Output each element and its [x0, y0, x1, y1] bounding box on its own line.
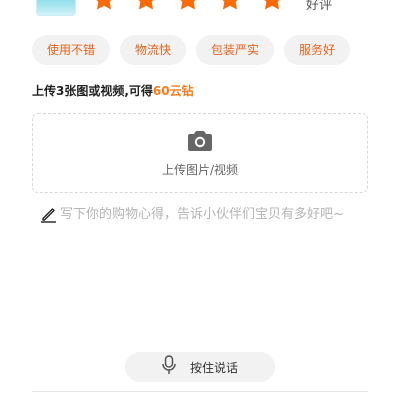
upload-label: 上传图片/视频	[161, 163, 239, 177]
hold-to-talk-button[interactable]: 按住说话	[125, 352, 275, 382]
rating-stars[interactable]	[92, 0, 284, 10]
tag-chip[interactable]: 使用不错	[32, 35, 111, 65]
star-icon-2[interactable]	[134, 0, 158, 10]
reward-hint-text: 上传3张图或视频,可得	[32, 84, 153, 98]
star-icon-4[interactable]	[218, 0, 242, 10]
tag-chip[interactable]: 包装严实	[196, 35, 275, 65]
quick-tags: 使用不错 物流快 包装严实 服务好	[32, 35, 360, 65]
pencil-icon	[40, 205, 58, 223]
microphone-icon	[162, 355, 176, 379]
reward-amount: 60云钻	[152, 84, 194, 98]
upload-media-box[interactable]: 上传图片/视频	[32, 113, 368, 193]
star-icon-5[interactable]	[260, 0, 284, 10]
product-thumbnail	[36, 0, 76, 16]
hold-to-talk-label: 按住说话	[189, 360, 238, 375]
star-icon-1[interactable]	[92, 0, 116, 10]
comment-input[interactable]	[60, 206, 380, 222]
star-icon-3[interactable]	[176, 0, 200, 10]
tag-chip[interactable]: 服务好	[284, 35, 351, 65]
comment-row	[40, 205, 380, 223]
reward-hint: 上传3张图或视频,可得60云钻	[32, 82, 194, 99]
rating-label: 好评	[306, 0, 333, 13]
camera-icon	[188, 130, 212, 156]
divider	[32, 391, 368, 392]
tag-chip[interactable]: 物流快	[120, 35, 187, 65]
